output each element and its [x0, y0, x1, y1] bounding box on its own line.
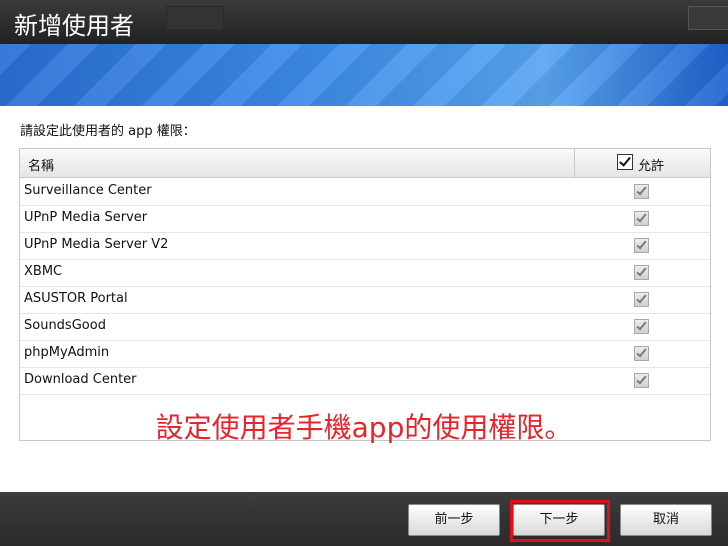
background-button	[688, 6, 728, 30]
header-banner	[0, 44, 728, 106]
allow-checkbox[interactable]	[634, 373, 649, 388]
allow-checkbox[interactable]	[634, 238, 649, 253]
allow-checkbox[interactable]	[634, 292, 649, 307]
table-row: XBMC	[20, 259, 710, 287]
select-all-checkbox[interactable]	[617, 154, 633, 170]
column-header-name[interactable]: 名稱	[28, 155, 54, 174]
table-row: phpMyAdmin	[20, 340, 710, 368]
cancel-button[interactable]: 取消	[620, 504, 712, 536]
permission-prompt: 請設定此使用者的 app 權限：	[20, 124, 196, 139]
app-name: SoundsGood	[24, 318, 106, 333]
table-row: Surveillance Center	[20, 178, 710, 206]
allow-checkbox[interactable]	[634, 211, 649, 226]
app-name: UPnP Media Server V2	[24, 237, 169, 252]
annotation-caption: 設定使用者手機app的使用權限。	[155, 411, 573, 444]
table-row: UPnP Media Server V2	[20, 232, 710, 260]
table-header: 名稱 允許	[20, 149, 710, 178]
table-row: UPnP Media Server	[20, 205, 710, 233]
app-name: Download Center	[24, 372, 137, 387]
table-row: Download Center	[20, 367, 710, 395]
app-name: Surveillance Center	[24, 183, 152, 198]
allow-checkbox[interactable]	[634, 265, 649, 280]
column-header-allow-label: 允許	[638, 159, 665, 174]
table-row: SoundsGood	[20, 313, 710, 341]
background-pager	[118, 494, 348, 514]
app-name: XBMC	[24, 264, 63, 279]
allow-checkbox[interactable]	[634, 184, 649, 199]
allow-checkbox[interactable]	[634, 346, 649, 361]
app-name: ASUSTOR Portal	[24, 291, 128, 306]
app-permission-table: 名稱 允許 Surveillance Center UPnP Media Ser…	[19, 148, 711, 441]
dialog-content: 請設定此使用者的 app 權限： 名稱 允許 Surveillance Cent…	[0, 106, 728, 492]
column-header-allow: 允許	[574, 149, 711, 177]
app-name: UPnP Media Server	[24, 210, 148, 225]
background-tab	[166, 6, 224, 30]
next-button-highlight	[510, 500, 610, 542]
allow-checkbox[interactable]	[634, 319, 649, 334]
previous-step-button[interactable]: 前一步	[408, 504, 500, 536]
dialog-title: 新增使用者	[14, 12, 134, 40]
app-name: phpMyAdmin	[24, 345, 110, 360]
table-row: ASUSTOR Portal	[20, 286, 710, 314]
dialog-footer: 前一步 下一步 取消	[0, 492, 728, 546]
dialog-titlebar: 新增使用者	[0, 0, 728, 44]
